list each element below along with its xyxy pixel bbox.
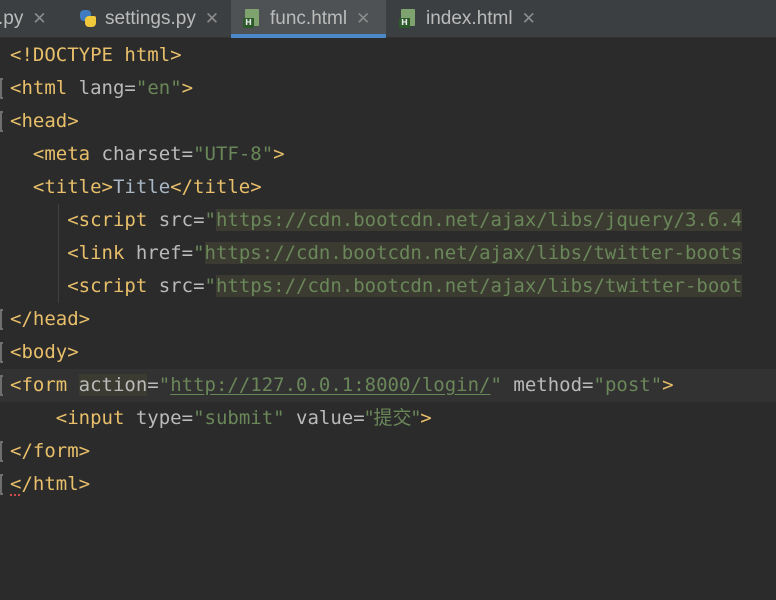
- editor-tab-bar: .py ✕ settings.py ✕ H func.html ✕ H inde…: [0, 0, 776, 38]
- code-line: <script src="https://cdn.bootcdn.net/aja…: [67, 275, 743, 297]
- html-file-icon: H: [243, 9, 261, 28]
- code-line: <body>: [0, 336, 776, 369]
- tab-py-file[interactable]: .py ✕: [0, 0, 64, 37]
- code-line: </head>: [0, 303, 776, 336]
- fold-marker[interactable]: [0, 78, 3, 99]
- code-line: <html lang="en">: [0, 72, 776, 105]
- close-icon[interactable]: ✕: [32, 9, 46, 29]
- tab-func-html[interactable]: H func.html ✕: [231, 0, 386, 38]
- error-squiggle: [10, 490, 20, 496]
- html-file-icon: H: [399, 9, 417, 28]
- close-icon[interactable]: ✕: [356, 9, 370, 29]
- fold-marker[interactable]: [0, 342, 3, 363]
- fold-marker[interactable]: [0, 111, 3, 132]
- code-line: <link href="https://cdn.bootcdn.net/ajax…: [67, 242, 743, 264]
- code-line: <input type="submit" value="提交">: [55, 407, 432, 429]
- tab-label: settings.py: [105, 7, 196, 29]
- close-icon[interactable]: ✕: [205, 9, 219, 29]
- fold-marker[interactable]: [0, 375, 3, 396]
- code-line: <meta charset="UTF-8">: [32, 143, 285, 165]
- fold-marker[interactable]: [0, 309, 3, 330]
- tab-label: .py: [0, 7, 24, 29]
- code-line: <head>: [0, 105, 776, 138]
- code-line-current: <form action="http://127.0.0.1:8000/logi…: [0, 369, 776, 402]
- tab-label: index.html: [426, 7, 513, 29]
- code-line: <title>Title</title>: [32, 176, 262, 198]
- fold-marker[interactable]: [0, 474, 3, 495]
- tab-index-html[interactable]: H index.html ✕: [399, 0, 559, 37]
- close-icon[interactable]: ✕: [522, 9, 536, 29]
- code-line: <!DOCTYPE html>: [10, 44, 182, 66]
- url-link[interactable]: http://127.0.0.1:8000/login/: [170, 374, 490, 396]
- code-line: </form>: [0, 435, 776, 468]
- tab-settings-py[interactable]: settings.py ✕: [78, 0, 230, 37]
- python-file-icon: [78, 9, 98, 29]
- tab-label: func.html: [270, 7, 348, 29]
- code-line: <script src="https://cdn.bootcdn.net/aja…: [67, 209, 743, 231]
- code-editor[interactable]: <!DOCTYPE html> <html lang="en"> <head> …: [0, 38, 776, 519]
- fold-marker[interactable]: [0, 441, 3, 462]
- code-line: </html>: [0, 468, 776, 501]
